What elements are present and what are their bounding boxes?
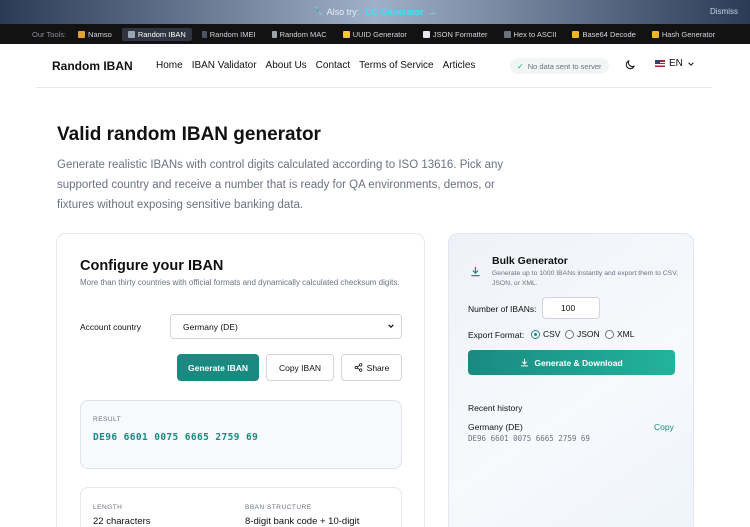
share-button[interactable]: Share [341,354,402,381]
share-icon [354,363,362,372]
bulk-generator-card: Bulk Generator Generate up to 1000 IBANs… [448,233,694,527]
lock-icon [572,30,580,38]
lock-icon [651,30,659,38]
country-select[interactable]: Germany (DE) [170,314,402,339]
nav-iban-validator[interactable]: IBAN Validator [192,60,257,71]
language-selector[interactable]: EN [655,58,695,69]
radio-selected-icon [531,329,540,339]
bank-icon [127,30,135,38]
history-iban: DE96 6601 0075 6665 2759 69 [468,434,590,443]
tool-link-base64-decode[interactable]: Base64 Decode [566,28,641,41]
format-radio-xml[interactable]: XML [605,329,634,339]
tool-link-namso[interactable]: Namso [72,28,118,41]
generate-iban-button[interactable]: Generate IBAN [177,354,259,381]
format-radio-json[interactable]: JSON [565,329,600,339]
chevron-down-icon [388,324,394,329]
length-value: 22 characters [93,516,151,527]
nav-articles[interactable]: Articles [443,60,476,71]
nav-home[interactable]: Home [156,60,183,71]
hex-icon [503,30,511,38]
format-label: Export Format: [468,330,525,340]
privacy-badge: ✓ No data sent to server [510,58,609,74]
history-title: Recent history [468,403,523,413]
arrow-right-icon: → [427,7,437,17]
configure-title: Configure your IBAN [80,258,224,274]
page-title: Valid random IBAN generator [57,124,321,145]
result-iban: DE96 6601 0075 6665 2759 69 [93,432,259,443]
result-label: RESULT [93,416,122,423]
promo-banner: 🔧 Also try: CC Generator → Dismiss [0,0,750,24]
tools-bar: Our Tools: Namso Random IBAN Random IMEI… [0,24,750,44]
tool-link-uuid-generator[interactable]: UUID Generator [337,28,413,41]
bban-value: 8-digit bank code + 10-digit [245,516,360,527]
bban-label: BBAN STRUCTURE [245,504,312,511]
moon-icon[interactable] [624,59,636,71]
key-icon [342,30,350,38]
iban-count-input[interactable]: 100 [542,297,600,319]
length-label: LENGTH [93,504,123,511]
country-label: Account country [80,322,141,332]
tool-link-random-imei[interactable]: Random IMEI [196,28,262,41]
tool-link-hash-generator[interactable]: Hash Generator [646,28,721,41]
download-icon [521,358,529,367]
iban-info-box: LENGTH 22 characters BBAN STRUCTURE 8-di… [80,487,402,527]
radio-icon [605,329,614,339]
chevron-down-icon [688,61,694,66]
history-country: Germany (DE) [468,422,523,432]
site-header: Random IBAN Home IBAN Validator About Us… [36,44,712,88]
check-circle-icon: ✓ [517,61,524,71]
count-label: Number of IBANs: [468,304,537,314]
dismiss-button[interactable]: Dismiss [710,7,738,16]
promo-label: 🔧 Also try: [313,6,360,17]
format-radio-csv[interactable]: CSV [531,329,560,339]
wrench-icon [271,30,277,38]
brand-logo[interactable]: Random IBAN [52,59,156,73]
result-box: RESULT DE96 6601 0075 6665 2759 69 [80,400,402,469]
tool-link-random-iban[interactable]: Random IBAN [121,27,192,41]
wrench-icon: 🔧 [313,6,325,17]
namso-icon [78,30,86,38]
page-description: Generate realistic IBANs with control di… [57,159,504,211]
nav-terms-of-service[interactable]: Terms of Service [359,60,433,71]
nav-about-us[interactable]: About Us [266,60,307,71]
promo-link[interactable]: CC Generator [365,7,424,17]
configure-subtitle: More than thirty countries with official… [80,278,400,287]
tools-label: Our Tools: [32,29,67,39]
history-copy-button[interactable]: Copy [654,422,674,432]
us-flag-icon [655,60,665,67]
radio-icon [565,329,574,339]
configure-card: Configure your IBAN More than thirty cou… [56,233,425,527]
nav-contact[interactable]: Contact [316,60,350,71]
tool-link-random-mac[interactable]: Random MAC [266,28,333,41]
bulk-title: Bulk Generator [492,255,568,267]
tool-link-hex-to-ascii[interactable]: Hex to ASCII [498,28,563,41]
main-nav: Home IBAN Validator About Us Contact Ter… [156,60,475,71]
phone-icon [201,30,207,38]
tool-link-json-formatter[interactable]: JSON Formatter [417,28,494,41]
copy-iban-button[interactable]: Copy IBAN [266,354,334,381]
clipboard-icon [422,30,430,38]
bulk-subtitle: Generate up to 1000 IBANs instantly and … [492,270,679,287]
generate-download-button[interactable]: Generate & Download [468,350,675,375]
download-icon [471,266,480,277]
